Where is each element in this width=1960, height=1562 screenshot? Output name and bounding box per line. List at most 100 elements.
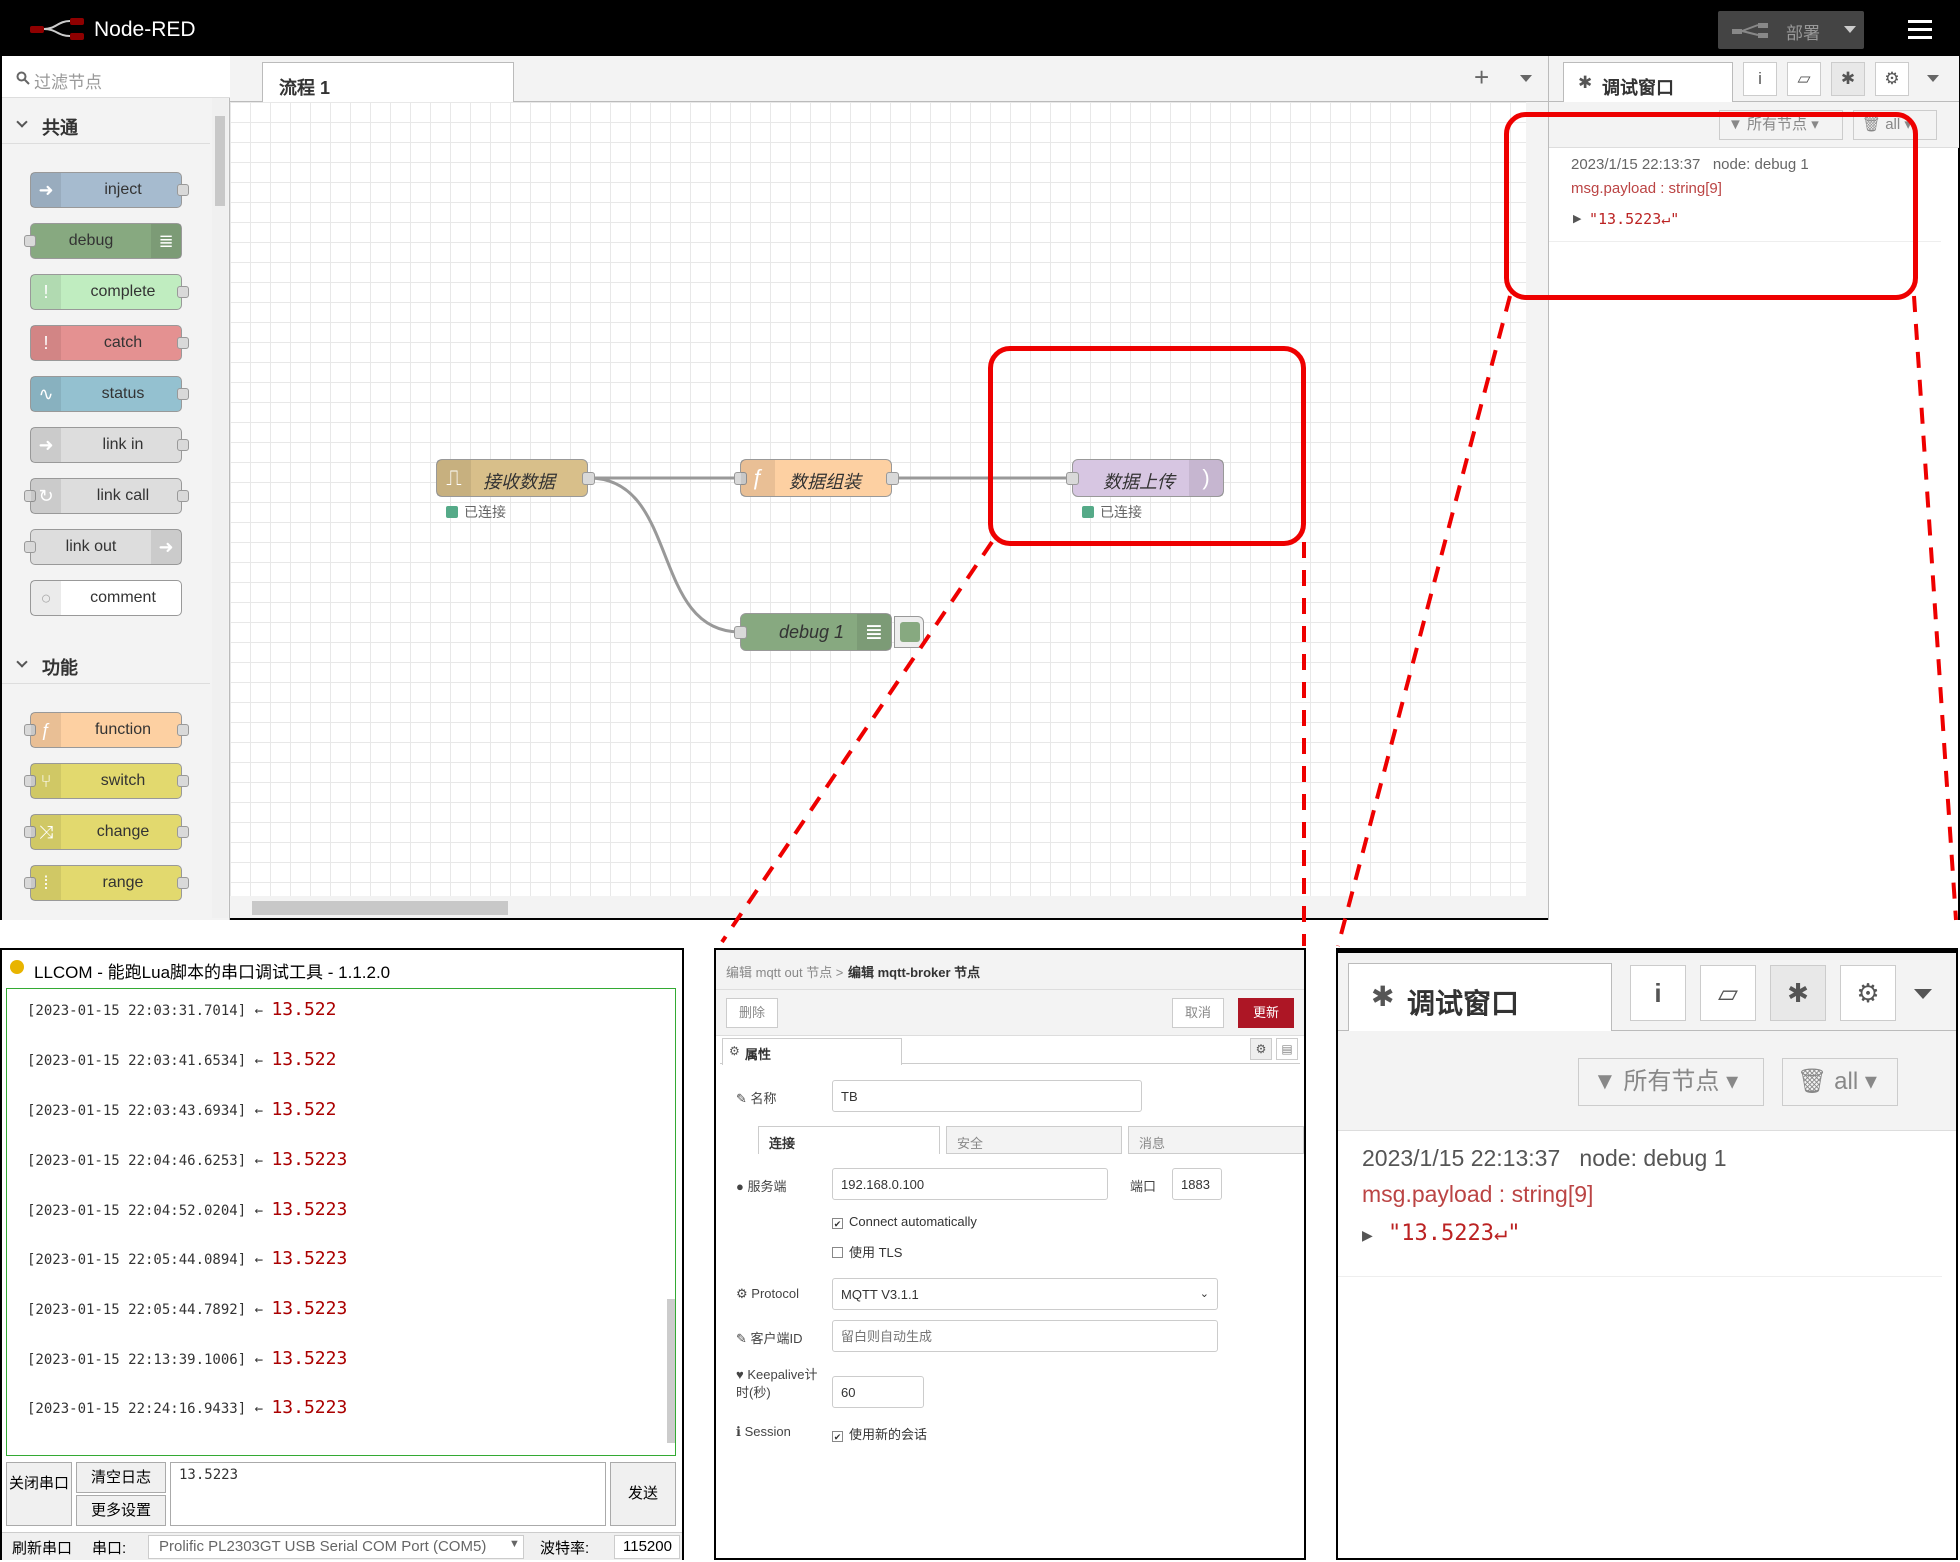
config-gear-icon[interactable]: ⚙ bbox=[1840, 965, 1896, 1021]
palette-node-switch[interactable]: ⑂ switch bbox=[24, 763, 189, 799]
node-label: link in bbox=[102, 436, 144, 453]
debug-active-indicator bbox=[900, 622, 920, 642]
debug-toggle-button[interactable] bbox=[894, 616, 924, 648]
node-label: change bbox=[96, 823, 150, 840]
flow-node-assemble[interactable]: ƒ 数据组装 bbox=[734, 459, 899, 497]
subtab-security[interactable]: 安全 bbox=[946, 1126, 1122, 1154]
more-settings-button[interactable]: 更多设置 bbox=[76, 1495, 166, 1526]
palette-node-range[interactable]: ⁞ range bbox=[24, 865, 189, 901]
serial-log[interactable]: [2023-01-15 22:03:31.7014] ← 13.522 [202… bbox=[6, 988, 676, 1456]
filter-label: 所有节点 bbox=[1623, 1068, 1720, 1095]
update-button[interactable]: 更新 bbox=[1238, 998, 1294, 1028]
refresh-port-button[interactable]: 刷新串口 bbox=[12, 1537, 72, 1558]
palette-node-function[interactable]: ƒ function bbox=[24, 712, 189, 748]
subtab-connection[interactable]: 连接 bbox=[758, 1126, 940, 1154]
scroll-thumb[interactable] bbox=[215, 116, 225, 206]
palette-node-link-out[interactable]: link out ➜ bbox=[24, 529, 182, 565]
server-field[interactable]: 192.168.0.100 bbox=[832, 1168, 1108, 1200]
tab-debug[interactable]: ✱ 调试窗口 bbox=[1563, 62, 1733, 103]
palette-node-comment[interactable]: ○ comment bbox=[30, 580, 182, 616]
port-field[interactable]: 1883 bbox=[1172, 1168, 1222, 1200]
subtab-messages[interactable]: 消息 bbox=[1128, 1126, 1304, 1154]
main-menu-icon[interactable] bbox=[1908, 20, 1932, 44]
send-button[interactable]: 发送 bbox=[610, 1462, 676, 1526]
protocol-select[interactable]: MQTT V3.1.1 ⌄ bbox=[832, 1278, 1218, 1310]
add-flow-icon[interactable]: + bbox=[1474, 62, 1489, 93]
app-logo-icon bbox=[10, 960, 24, 974]
tab-flow-1[interactable]: 流程 1 bbox=[262, 62, 514, 103]
output-port[interactable] bbox=[886, 472, 899, 485]
palette-scrollbar[interactable] bbox=[212, 98, 228, 918]
baud-input[interactable]: 115200 bbox=[614, 1535, 680, 1559]
clear-messages-button[interactable]: 🗑 all ▾ bbox=[1782, 1058, 1898, 1106]
palette-node-catch[interactable]: ! catch bbox=[30, 325, 189, 361]
flow-node-receive[interactable]: ⎍ 接收数据 bbox=[436, 459, 595, 497]
flow-list-dropdown-icon[interactable] bbox=[1520, 75, 1532, 82]
deploy-button[interactable]: 部署 bbox=[1718, 11, 1864, 49]
bug-icon: ✱ bbox=[1371, 981, 1395, 1012]
workspace-horizontal-scrollbar[interactable] bbox=[230, 896, 1548, 918]
range-icon: ⁞ bbox=[31, 866, 61, 900]
sidebar-menu-dropdown-icon[interactable] bbox=[1914, 989, 1932, 999]
palette-node-link-call[interactable]: ↻ link call bbox=[24, 478, 189, 514]
palette-node-complete[interactable]: ! complete bbox=[30, 274, 189, 310]
tab-debug[interactable]: ✱ 调试窗口 bbox=[1348, 963, 1612, 1032]
palette-category-common[interactable]: 共通 bbox=[2, 104, 210, 144]
info-icon[interactable]: i bbox=[1743, 62, 1777, 96]
output-port[interactable] bbox=[582, 472, 595, 485]
palette-node-link-in[interactable]: ➜ link in bbox=[30, 427, 189, 463]
chevron-down-icon: ⌄ bbox=[1199, 1288, 1209, 1300]
help-book-icon[interactable]: ▱ bbox=[1787, 62, 1821, 96]
filter-nodes-dropdown[interactable]: ▼ 所有节点 ▾ bbox=[1578, 1058, 1764, 1106]
palette-node-status[interactable]: ∿ status bbox=[30, 376, 189, 412]
breadcrumb-prev[interactable]: 编辑 mqtt out 节点 > bbox=[726, 962, 843, 981]
close-port-button[interactable]: 关闭串口 bbox=[6, 1462, 72, 1526]
tab-properties[interactable]: ⚙ 属性 bbox=[722, 1038, 902, 1065]
flow-canvas[interactable]: ⎍ 接收数据 已连接 ƒ 数据组装 数据上传 ) 已连接 debug 1 ≣ bbox=[230, 102, 1526, 896]
palette-node-change[interactable]: ⤨ change bbox=[24, 814, 189, 850]
log-line: [2023-01-15 22:13:39.1006] ← 13.5223 bbox=[27, 1348, 348, 1369]
log-scrollbar[interactable] bbox=[667, 1299, 675, 1443]
palette-filter[interactable]: 过滤节点 bbox=[2, 56, 230, 98]
info-icon[interactable]: i bbox=[1630, 965, 1686, 1021]
name-field[interactable]: TB bbox=[832, 1080, 1142, 1112]
window-title: LLCOM - 能跑Lua脚本的串口调试工具 - 1.1.2.0 bbox=[34, 963, 391, 982]
output-port bbox=[177, 337, 189, 349]
expand-caret-icon[interactable]: ▶ bbox=[1362, 1227, 1373, 1244]
chevron-down-icon: ▼ bbox=[509, 1538, 520, 1550]
port-select[interactable]: Prolific PL2303GT USB Serial COM Port (C… bbox=[148, 1535, 524, 1559]
palette-category-function[interactable]: 功能 bbox=[2, 644, 210, 684]
palette-node-inject[interactable]: ➜ inject bbox=[30, 172, 189, 208]
tab-label: 调试窗口 bbox=[1407, 988, 1520, 1019]
keepalive-label: ♥ Keepalive计时(秒) bbox=[736, 1367, 818, 1400]
keepalive-field[interactable]: 60 bbox=[832, 1376, 924, 1408]
description-icon[interactable]: ▤ bbox=[1276, 1038, 1298, 1060]
cancel-button[interactable]: 取消 bbox=[1172, 998, 1224, 1028]
session-checkbox[interactable]: ✔ 使用新的会话 bbox=[832, 1424, 927, 1443]
sidebar-menu-dropdown-icon[interactable] bbox=[1927, 75, 1939, 82]
client-id-field[interactable] bbox=[832, 1320, 1218, 1352]
palette-node-debug[interactable]: debug ≣ bbox=[24, 223, 182, 259]
node-label: catch bbox=[103, 334, 143, 351]
input-port[interactable] bbox=[734, 626, 747, 639]
debug-bug-icon[interactable]: ✱ bbox=[1770, 965, 1826, 1021]
auto-connect-checkbox[interactable]: ✔ Connect automatically bbox=[832, 1214, 977, 1229]
function-icon: ƒ bbox=[31, 713, 61, 747]
delete-button[interactable]: 删除 bbox=[726, 998, 778, 1028]
debug-bug-icon[interactable]: ✱ bbox=[1831, 62, 1865, 96]
category-label: 共通 bbox=[42, 118, 78, 138]
deploy-icon bbox=[1732, 23, 1768, 38]
gear-icon[interactable]: ⚙ bbox=[1250, 1038, 1272, 1060]
clear-log-button[interactable]: 清空日志 bbox=[76, 1462, 166, 1493]
deploy-dropdown-icon[interactable] bbox=[1844, 26, 1856, 33]
sidebar-tabs: ✱ 调试窗口 i ▱ ✱ ⚙ bbox=[1549, 56, 1959, 103]
chevron-down-icon bbox=[16, 116, 28, 128]
scroll-thumb[interactable] bbox=[252, 901, 508, 915]
help-book-icon[interactable]: ▱ bbox=[1700, 965, 1756, 1021]
send-input[interactable]: 13.5223 bbox=[170, 1462, 606, 1526]
flow-node-debug-1[interactable]: debug 1 ≣ bbox=[734, 613, 892, 651]
tab-label: 属性 bbox=[745, 1047, 772, 1062]
config-gear-icon[interactable]: ⚙ bbox=[1875, 62, 1909, 96]
output-port bbox=[177, 490, 189, 502]
use-tls-checkbox[interactable]: 使用 TLS bbox=[832, 1242, 902, 1261]
